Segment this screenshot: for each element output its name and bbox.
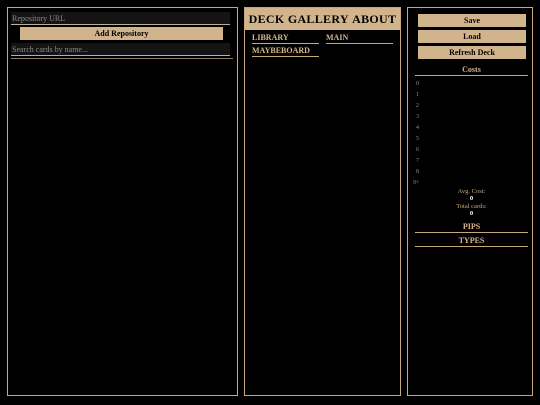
search-divider xyxy=(11,58,233,59)
main-nav: DECK GALLERY ABOUT xyxy=(245,8,400,30)
total-cards-value: 0 xyxy=(469,210,474,217)
nav-gallery[interactable]: GALLERY xyxy=(288,12,349,27)
save-button[interactable]: Save xyxy=(418,14,526,27)
nav-about[interactable]: ABOUT xyxy=(352,12,396,27)
cost-bucket-7: 7 xyxy=(416,158,419,164)
deck-stats-panel: Save Load Refresh Deck Costs 0 1 2 3 4 5 6 7 8 9+… xyxy=(407,7,533,396)
cost-bucket-2: 2 xyxy=(416,103,419,109)
pips-section-title[interactable]: PIPS xyxy=(415,222,528,233)
cost-bucket-9: 9+ xyxy=(413,180,420,186)
costs-section-title: Costs xyxy=(415,65,528,76)
cost-bucket-1: 1 xyxy=(416,92,419,98)
refresh-deck-button[interactable]: Refresh Deck xyxy=(418,46,526,59)
cost-bucket-0: 0 xyxy=(416,81,419,87)
card-search-input[interactable] xyxy=(11,43,230,56)
add-repository-button[interactable]: Add Repository xyxy=(20,27,223,40)
tab-main[interactable]: MAIN xyxy=(326,33,393,44)
tab-library[interactable]: LIBRARY xyxy=(252,33,319,44)
nav-deck[interactable]: DECK xyxy=(249,12,285,27)
total-cards-label: Total cards: xyxy=(456,203,487,210)
card-browser-panel: Add Repository xyxy=(7,7,238,396)
cost-bucket-6: 6 xyxy=(416,147,419,153)
cost-bucket-5: 5 xyxy=(416,136,419,142)
deck-panel: DECK GALLERY ABOUT LIBRARY MAIN MAYBEBOA… xyxy=(244,7,401,396)
tab-maybeboard[interactable]: MAYBEBOARD xyxy=(252,46,319,57)
avg-cost-value: 0 xyxy=(469,195,474,202)
load-button[interactable]: Load xyxy=(418,30,526,43)
repository-url-input[interactable] xyxy=(11,12,230,25)
types-section-title[interactable]: TYPES xyxy=(415,236,528,247)
avg-cost-label: Avg. Cost: xyxy=(457,188,486,195)
cost-bucket-4: 4 xyxy=(416,125,419,131)
cost-bucket-3: 3 xyxy=(416,114,419,120)
cost-bucket-8: 8 xyxy=(416,169,419,175)
